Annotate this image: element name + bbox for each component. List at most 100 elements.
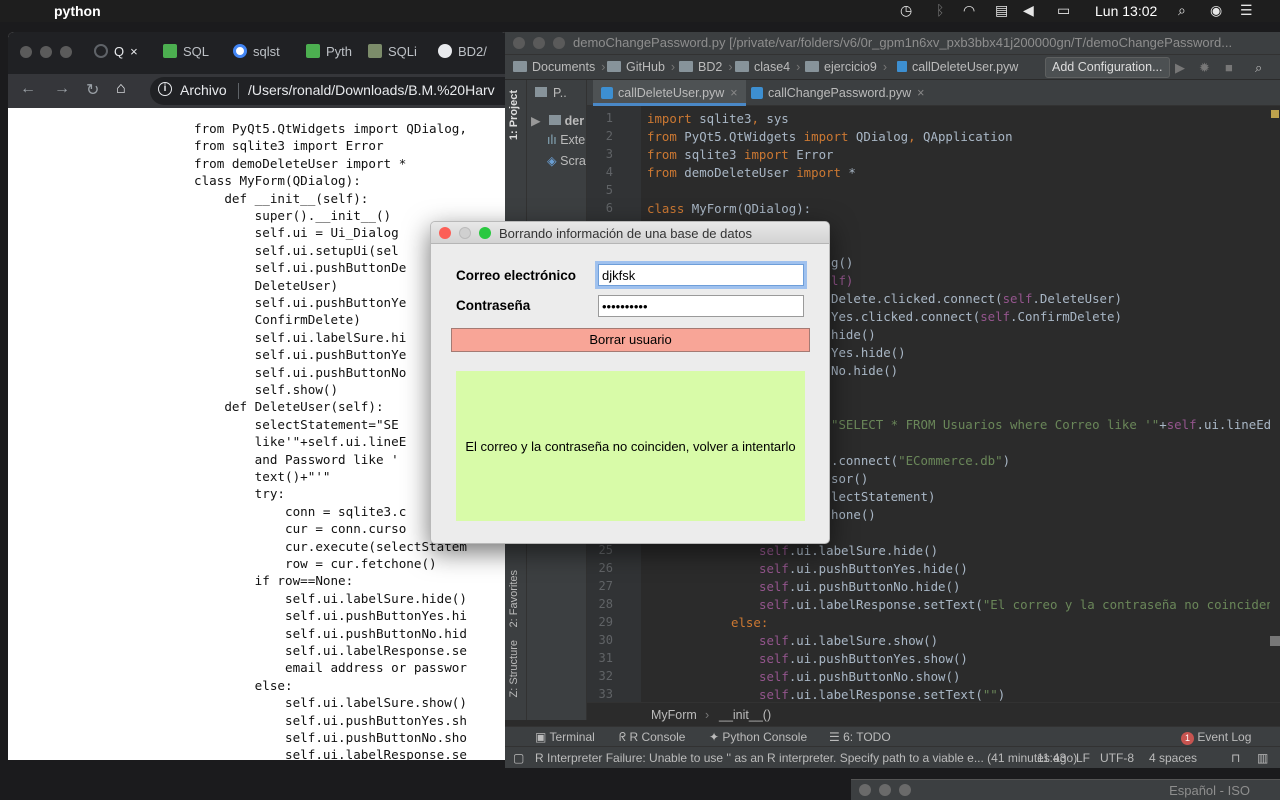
breadcrumb-github[interactable]: GitHub › [607,60,675,74]
background-window-title: Español - ISO [1169,783,1250,798]
caret-position[interactable]: 11:43 [1037,751,1066,765]
code-line: if row==None: [194,573,354,589]
memory-indicator-icon[interactable]: ▥ [1257,751,1268,765]
r-console-tool-button[interactable]: ᖇ R Console [619,730,685,745]
scratch-icon: ◈ [547,154,557,168]
password-field[interactable] [598,295,804,317]
code-line: Yes.hide() [831,345,906,360]
scroll-marker[interactable] [1270,636,1280,646]
code-line: g() [831,255,854,270]
home-icon[interactable]: ⌂ [116,80,126,98]
info-icon[interactable]: i [158,82,172,96]
battery-icon[interactable]: ▭ [1057,2,1070,19]
run-icon[interactable]: ▶ [1175,60,1185,76]
stop-icon[interactable]: ■ [1225,60,1233,75]
zoom-window-button[interactable] [60,46,72,58]
siri-icon[interactable]: ◉ [1210,2,1222,19]
editor-scrollbar[interactable] [1270,106,1280,702]
python-console-tool-button[interactable]: ✦ Python Console [709,730,807,744]
menu-bar: python ◷ ᛒ ◠ ▤ ◀ ▭ Lun 13:02 ⌕ ◉ ☰ [0,0,1280,22]
close-tab-icon[interactable]: × [130,44,138,59]
back-icon[interactable]: ← [20,80,36,98]
forward-icon[interactable]: → [54,80,70,98]
wifi-icon[interactable]: ◠ [963,2,975,19]
minimize-dialog-button[interactable] [459,227,471,239]
email-field[interactable] [598,264,804,286]
bluetooth-icon[interactable]: ᛒ [936,2,944,18]
todo-tool-button[interactable]: ☰ 6: TODO [829,730,891,744]
browser-tab[interactable]: BD2/ [438,44,487,68]
debug-icon[interactable]: ✹ [1199,60,1210,76]
line-number: 4 [605,165,613,179]
search-everywhere-icon[interactable]: ⌕ [1255,60,1262,76]
breadcrumb-clase4[interactable]: clase4 › [735,60,800,74]
crumb-method[interactable]: __init__() [719,708,771,722]
browser-tab[interactable]: Q × [94,44,138,68]
zoom-window-button[interactable] [553,37,565,49]
zoom-window-button[interactable] [899,784,911,796]
close-window-button[interactable] [859,784,871,796]
spotlight-search-icon[interactable]: ⌕ [1178,2,1186,19]
project-tree-item[interactable]: ▶ der [527,113,584,128]
lock-icon[interactable]: ⊓ [1231,751,1240,765]
code-line: hide() [831,327,876,342]
minimize-window-button[interactable] [40,46,52,58]
close-dialog-button[interactable] [439,227,451,239]
project-panel-header[interactable]: P.. [527,84,587,106]
code-line: self.ui.labelResponse.setText("El correo… [759,597,1270,612]
close-tab-icon[interactable]: × [730,86,737,100]
breadcrumb-bd2[interactable]: BD2 › [679,60,733,74]
code-line: from demoDeleteUser import * [647,165,856,180]
tab-calldeleteuser[interactable]: callDeleteUser.pyw × [593,80,746,106]
zoom-dialog-button[interactable] [479,227,491,239]
crumb-class[interactable]: MyForm [651,708,697,722]
project-tree-item[interactable]: ◈ Scra [547,153,586,168]
github-favicon-icon [438,44,452,58]
project-tree-item[interactable]: ılı Exte [547,133,585,147]
browser-tab[interactable]: SQLi [368,44,417,68]
reload-icon[interactable]: ↻ [86,80,99,100]
code-line: self.ui.setupUi(sel [194,242,399,258]
status-toggle-icon[interactable]: ▢ [513,751,524,765]
favorites-tool-button[interactable]: 2: Favorites [508,570,520,627]
project-tool-button[interactable]: 1: Project [508,90,520,140]
file-encoding[interactable]: UTF-8 [1100,751,1134,765]
app-name[interactable]: python [54,3,101,19]
breadcrumb-documents[interactable]: Documents › [513,60,605,74]
address-bar[interactable]: i Archivo /Users/ronald/Downloads/B.M.%2… [150,77,508,105]
time-machine-icon[interactable]: ◷ [900,2,912,19]
clock[interactable]: Lun 13:02 [1095,3,1157,19]
browser-tab[interactable]: SQL [163,44,209,68]
library-icon: ılı [547,133,557,147]
close-window-button[interactable] [20,46,32,58]
tab-callchangepassword[interactable]: callChangePassword.pyw × [743,80,932,106]
code-line: row = cur.fetchone() [194,556,437,571]
minimize-window-button[interactable] [533,37,545,49]
code-line: self.ui.pushButtonYes.hide() [759,561,968,576]
event-log-tool-button[interactable]: 1 Event Log [1181,730,1251,745]
indent-setting[interactable]: 4 spaces [1149,751,1197,765]
status-message[interactable]: R Interpreter Failure: Unable to use '' … [535,751,1077,765]
structure-tool-button[interactable]: Z: Structure [508,640,520,697]
close-window-button[interactable] [513,37,525,49]
dialog-titlebar: Borrando información de una base de dato… [431,222,829,244]
minimize-window-button[interactable] [879,784,891,796]
code-line: self.ui.pushButtonNo [194,364,407,380]
volume-icon[interactable]: ◀ [1023,2,1034,19]
add-configuration-button[interactable]: Add Configuration... [1045,57,1170,78]
breadcrumb-ejercicio9[interactable]: ejercicio9 › [805,60,887,74]
code-line: def __init__(self): [194,190,369,206]
ide-titlebar: demoChangePassword.py [/private/var/fold… [505,32,1280,54]
delete-user-button[interactable]: Borrar usuario [451,328,810,352]
terminal-tool-button[interactable]: ▣ Terminal [535,730,595,744]
input-source-icon[interactable]: ▤ [995,2,1008,19]
close-tab-icon[interactable]: × [917,86,924,100]
line-separator[interactable]: LF [1076,751,1090,765]
breadcrumb-file[interactable]: callDeleteUser.pyw [897,60,1018,74]
warning-marker[interactable] [1271,110,1279,118]
notification-center-icon[interactable]: ☰ [1240,2,1253,19]
browser-tab[interactable]: sqlst [233,44,280,68]
line-number: 5 [605,183,613,197]
folder-icon [805,61,819,72]
browser-tab[interactable]: Pyth [306,44,352,68]
